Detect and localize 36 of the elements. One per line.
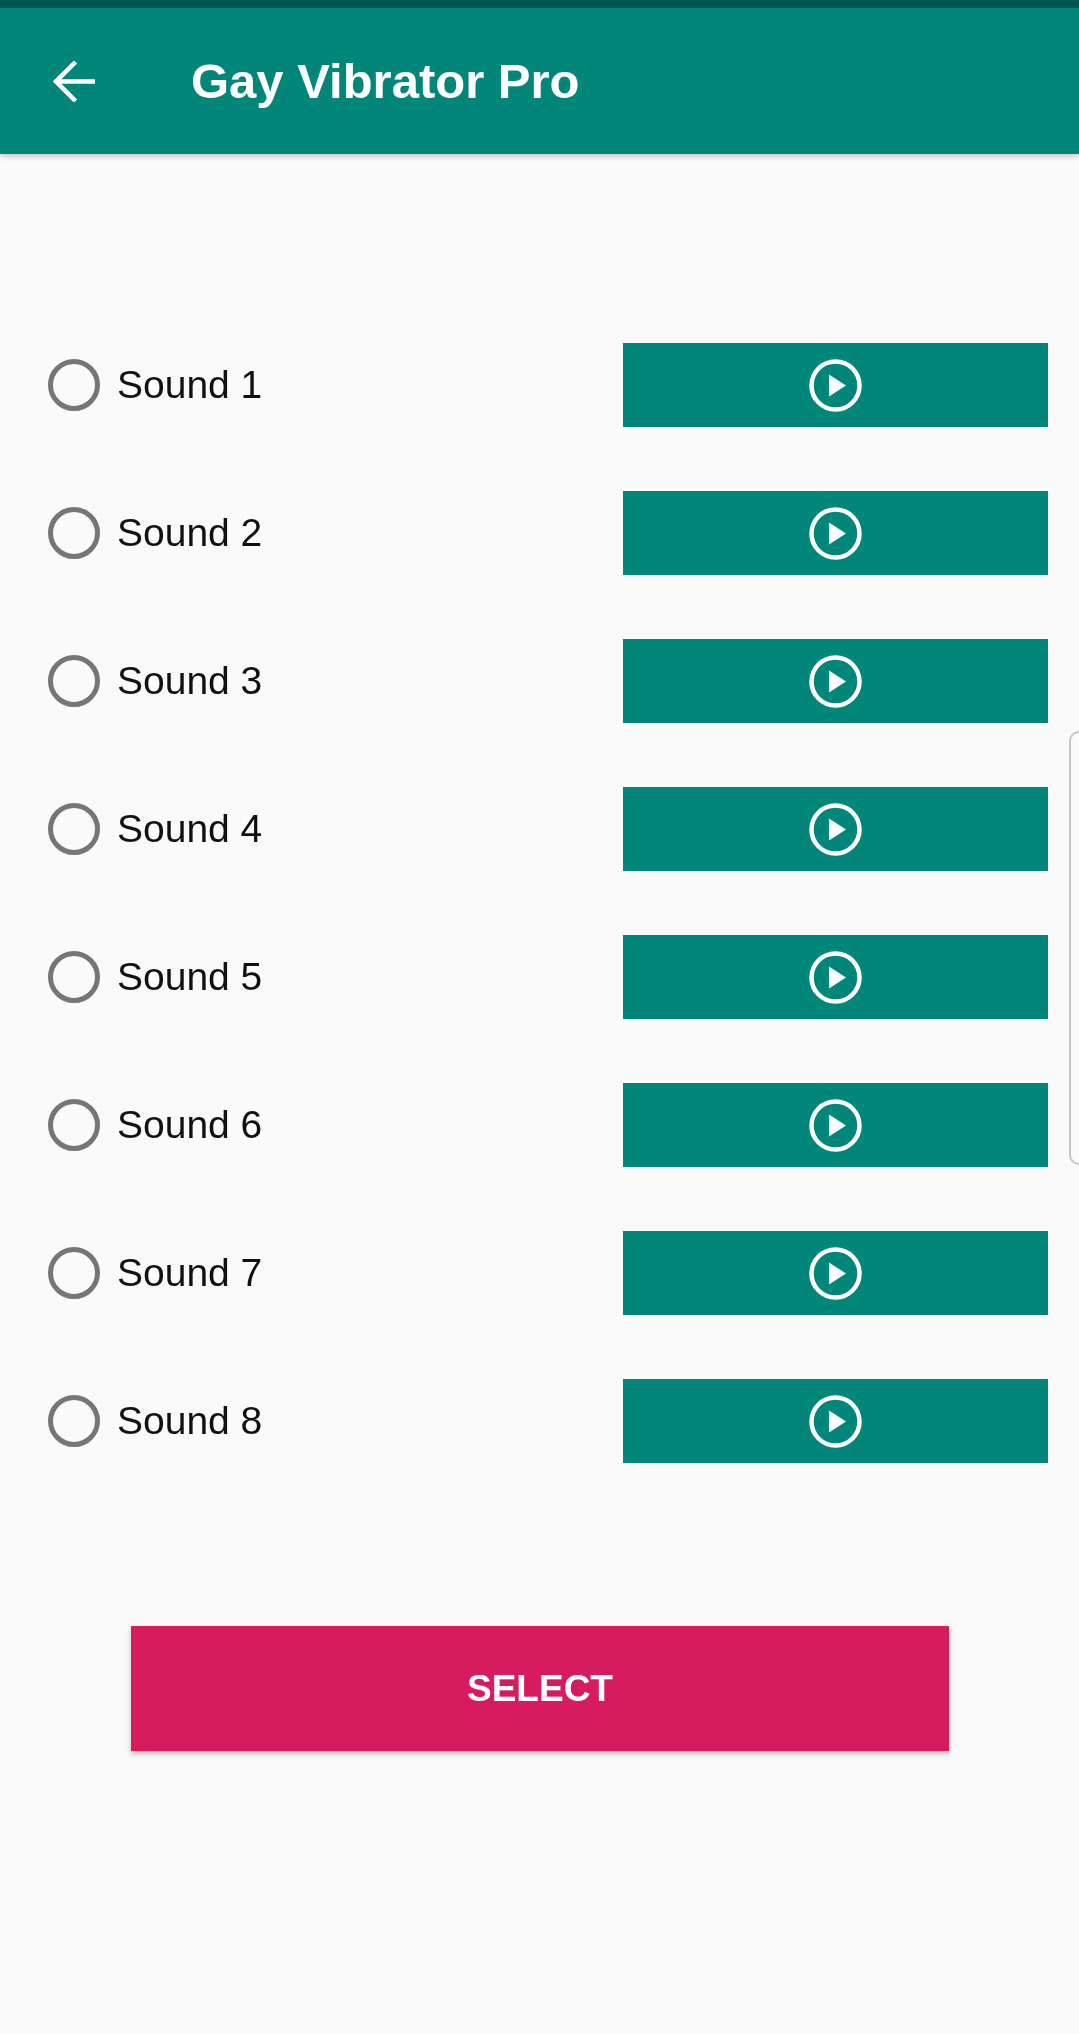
sound-label[interactable]: Sound 5	[117, 955, 263, 999]
sound-label[interactable]: Sound 3	[117, 659, 263, 703]
app-title: Gay Vibrator Pro	[191, 56, 580, 106]
sound-label[interactable]: Sound 7	[117, 1251, 263, 1295]
edge-panel-handle[interactable]	[1069, 731, 1079, 1165]
radio-button[interactable]	[48, 803, 100, 855]
radio-button[interactable]	[48, 359, 100, 411]
play-button[interactable]	[623, 935, 1048, 1019]
play-icon	[809, 358, 862, 412]
sound-label[interactable]: Sound 4	[117, 807, 263, 851]
play-icon	[809, 1246, 862, 1300]
play-button[interactable]	[623, 1379, 1048, 1463]
radio-button[interactable]	[48, 1247, 100, 1299]
radio-button[interactable]	[48, 1099, 100, 1151]
sound-label[interactable]: Sound 2	[117, 511, 263, 555]
play-button[interactable]	[623, 787, 1048, 871]
radio-button[interactable]	[48, 507, 100, 559]
back-arrow-icon[interactable]	[53, 60, 95, 102]
play-icon	[809, 506, 862, 560]
play-button[interactable]	[623, 1231, 1048, 1315]
sound-label[interactable]: Sound 8	[117, 1399, 263, 1443]
play-icon	[809, 950, 862, 1004]
radio-button[interactable]	[48, 655, 100, 707]
play-icon	[809, 1098, 862, 1152]
play-button[interactable]	[623, 639, 1048, 723]
play-icon	[809, 654, 862, 708]
select-button[interactable]: SELECT	[131, 1626, 949, 1751]
play-button[interactable]	[623, 343, 1048, 427]
play-icon	[809, 1394, 862, 1448]
sound-label[interactable]: Sound 6	[117, 1103, 263, 1147]
sound-label[interactable]: Sound 1	[117, 363, 263, 407]
radio-button[interactable]	[48, 951, 100, 1003]
radio-button[interactable]	[48, 1395, 100, 1447]
play-button[interactable]	[623, 491, 1048, 575]
play-button[interactable]	[623, 1083, 1048, 1167]
play-icon	[809, 802, 862, 856]
